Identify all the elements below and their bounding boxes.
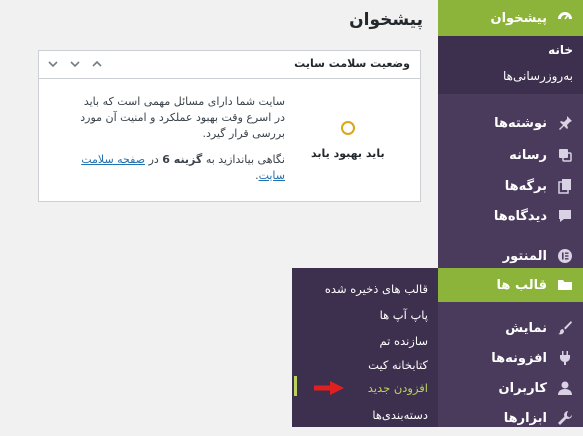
hint-bold: گزینه 6 xyxy=(162,153,203,166)
menu-elementor-label: المنتور xyxy=(502,248,547,264)
flyout-kit-library[interactable]: کتابخانه کیت xyxy=(368,358,428,372)
menu-media-label: رسانه xyxy=(509,147,547,163)
media-icon xyxy=(555,145,575,165)
menu-comments-label: دیدگاه‌ها xyxy=(493,208,547,224)
menu-tools[interactable]: ابزارها xyxy=(438,400,583,436)
menu-dashboard-label: پیشخوان xyxy=(490,10,548,26)
menu-plugins-label: افزونه‌ها xyxy=(491,350,547,366)
move-down-icon[interactable] xyxy=(43,54,63,74)
flyout-saved-templates[interactable]: قالب های ذخیره شده xyxy=(325,282,428,296)
site-health-widget: وضعیت سلامت سایت باید بهبود یابد سایت شم… xyxy=(38,50,421,202)
submenu-home[interactable]: خانه xyxy=(548,43,573,57)
menu-templates[interactable]: قالب ها xyxy=(438,268,583,302)
widget-description: سایت شما دارای مسائل مهمی است که باید در… xyxy=(75,94,285,194)
menu-comments[interactable]: دیدگاه‌ها xyxy=(438,198,583,234)
status-label: باید بهبود یابد xyxy=(311,147,385,160)
pages-icon xyxy=(555,176,575,196)
flyout-theme-builder[interactable]: سازنده تم xyxy=(380,334,428,348)
submenu-updates[interactable]: به‌روزرسانی‌ها xyxy=(503,69,573,83)
widget-title: وضعیت سلامت سایت xyxy=(294,57,410,70)
menu-users-label: کاربران xyxy=(498,380,547,396)
comments-icon xyxy=(555,206,575,226)
menu-pages-label: برگه‌ها xyxy=(504,178,547,194)
wrench-icon xyxy=(555,408,575,428)
red-arrow-icon xyxy=(314,381,344,395)
templates-flyout-menu: قالب های ذخیره شده پاپ آپ ها سازنده تم ک… xyxy=(292,268,438,427)
user-icon xyxy=(555,378,575,398)
dashboard-icon xyxy=(555,8,575,28)
health-description: سایت شما دارای مسائل مهمی است که باید در… xyxy=(80,95,285,140)
flyout-add-new[interactable]: افزودن جدید xyxy=(368,381,428,395)
chevron-down-icon[interactable] xyxy=(65,54,85,74)
brush-icon xyxy=(555,318,575,338)
admin-sidebar: پیشخوان خانه به‌روزرسانی‌ها نوشته‌ها رسا… xyxy=(438,0,583,427)
flyout-popups[interactable]: پاپ آپ ها xyxy=(380,308,428,322)
hint-mid: در xyxy=(148,153,159,166)
menu-appearance-label: نمایش xyxy=(505,320,547,336)
widget-header: وضعیت سلامت سایت xyxy=(39,51,420,79)
menu-tools-label: ابزارها xyxy=(503,410,547,426)
menu-posts-label: نوشته‌ها xyxy=(494,115,547,131)
chevron-up-icon[interactable] xyxy=(87,54,107,74)
folder-icon xyxy=(555,275,575,295)
plug-icon xyxy=(555,348,575,368)
page-title: پیشخوان xyxy=(349,10,423,30)
elementor-icon xyxy=(555,246,575,266)
hint-prefix: نگاهی بیاندازید به xyxy=(205,153,285,166)
health-hint: نگاهی بیاندازید به گزینه 6 در صفحه سلامت… xyxy=(75,152,285,184)
pin-icon xyxy=(555,113,575,133)
status-ring-icon xyxy=(341,121,355,135)
menu-posts[interactable]: نوشته‌ها xyxy=(438,105,583,141)
menu-dashboard[interactable]: پیشخوان xyxy=(438,0,583,36)
dashboard-submenu: خانه به‌روزرسانی‌ها xyxy=(438,36,583,94)
flyout-categories[interactable]: دسته‌بندی‌ها xyxy=(372,408,428,422)
active-indicator-bar xyxy=(294,376,297,396)
menu-templates-label: قالب ها xyxy=(496,277,547,293)
